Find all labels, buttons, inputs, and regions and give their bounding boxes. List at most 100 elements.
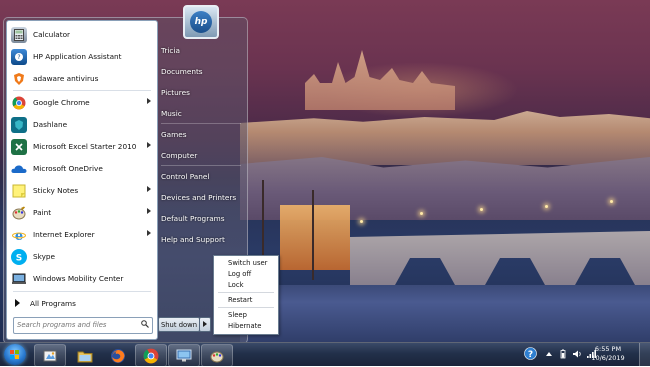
clock-time: 6:55 PM [594, 345, 622, 353]
all-programs-label: All Programs [30, 298, 76, 308]
right-link-devices-and-printers[interactable]: Devices and Printers [161, 193, 236, 207]
program-item-onedrive[interactable]: Microsoft OneDrive [7, 158, 157, 179]
right-link-music[interactable]: Music [161, 109, 182, 123]
wallpaper-lamp [420, 212, 423, 215]
menu-divider [218, 307, 274, 308]
onedrive-icon [11, 161, 27, 177]
submenu-arrow-icon [147, 230, 151, 236]
submenu-arrow-icon [147, 98, 151, 104]
wallpaper-lamp [545, 205, 548, 208]
hp-logo-icon: hp [190, 11, 212, 33]
right-link-default-programs[interactable]: Default Programs [161, 214, 225, 228]
wallpaper-lit-building [280, 205, 350, 270]
program-label: Windows Mobility Center [33, 274, 124, 283]
program-label: Skype [33, 252, 56, 261]
menu-item-switch-user[interactable]: Switch user [228, 259, 267, 267]
shutdown-options-menu: Switch user Log off Lock Restart Sleep H… [213, 255, 279, 335]
hp-assistant-icon: ? [11, 48, 27, 65]
right-link-documents[interactable]: Documents [161, 67, 203, 81]
menu-divider [218, 292, 274, 293]
menu-item-hibernate[interactable]: Hibernate [228, 322, 262, 330]
program-item-windows-mobility-center[interactable]: Windows Mobility Center [7, 268, 157, 289]
program-item-skype[interactable]: S Skype [7, 246, 157, 267]
battery-icon[interactable] [558, 349, 568, 359]
right-link-control-panel[interactable]: Control Panel [161, 172, 209, 186]
menu-item-lock[interactable]: Lock [228, 281, 244, 289]
all-programs-button[interactable]: All Programs [7, 295, 157, 311]
right-link-games[interactable]: Games [161, 130, 187, 144]
taskbar-paint-palette-button[interactable] [201, 344, 233, 367]
program-item-calculator[interactable]: Calculator [7, 24, 157, 45]
firefox-icon [111, 348, 125, 363]
paint-icon [11, 205, 27, 221]
user-picture[interactable]: hp [183, 5, 219, 39]
svg-text:e: e [15, 229, 23, 242]
shutdown-button[interactable]: Shut down [158, 317, 200, 332]
taskbar: ? 6:55 PM 10/6/2019 [0, 342, 650, 367]
program-label: Sticky Notes [33, 186, 79, 195]
show-desktop-button[interactable] [639, 343, 650, 366]
submenu-arrow-icon [147, 142, 151, 148]
shutdown-options-arrow-icon[interactable] [199, 317, 211, 332]
wallpaper-lamp [360, 220, 363, 223]
taskbar-paint-button[interactable] [34, 344, 66, 367]
program-item-adaware[interactable]: adaware antivirus [7, 68, 157, 89]
program-item-hp-application-assistant[interactable]: ? HP Application Assistant [7, 46, 157, 67]
taskbar-remote-desktop-button[interactable] [168, 344, 200, 367]
mobility-center-icon [11, 271, 27, 287]
program-item-google-chrome[interactable]: Google Chrome [7, 92, 157, 113]
menu-item-restart[interactable]: Restart [228, 296, 252, 304]
menu-item-sleep[interactable]: Sleep [228, 311, 247, 319]
excel-icon [11, 138, 27, 155]
submenu-arrow-icon [147, 186, 151, 192]
program-label: HP Application Assistant [33, 52, 122, 61]
clock-date: 10/6/2019 [591, 354, 625, 362]
skype-icon: S [11, 248, 27, 265]
program-list-divider [13, 90, 151, 91]
taskbar-explorer-button[interactable] [69, 344, 101, 367]
menu-item-log-off[interactable]: Log off [228, 270, 251, 278]
right-pane-divider [161, 123, 241, 124]
windows-logo-icon [10, 350, 20, 360]
right-link-help-and-support[interactable]: Help and Support [161, 235, 225, 249]
program-item-dashlane[interactable]: Dashlane [7, 114, 157, 135]
wallpaper-lamp [610, 200, 613, 203]
volume-icon[interactable] [572, 349, 582, 359]
windows-explorer-icon [77, 351, 93, 362]
program-label: Dashlane [33, 120, 68, 129]
program-label: Microsoft Excel Starter 2010 [33, 142, 137, 151]
remote-desktop-icon [176, 349, 192, 361]
taskbar-firefox-button[interactable] [102, 344, 134, 367]
right-link-user-folder[interactable]: Tricia [161, 46, 180, 60]
program-list-pane: Calculator ? HP Application Assistant ad… [6, 20, 158, 340]
calculator-icon [11, 26, 27, 43]
start-menu: Calculator ? HP Application Assistant ad… [3, 5, 248, 344]
wallpaper-river [240, 285, 650, 342]
all-programs-arrow-icon [15, 299, 20, 307]
paint-icon [43, 350, 57, 361]
show-hidden-icons-icon[interactable] [544, 349, 554, 359]
program-item-internet-explorer[interactable]: e Internet Explorer [7, 224, 157, 245]
search-box[interactable] [13, 317, 153, 334]
svg-text:?: ? [528, 350, 533, 360]
program-label: adaware antivirus [33, 74, 99, 83]
search-icon[interactable] [141, 320, 149, 328]
adaware-icon [11, 70, 27, 87]
search-input[interactable] [17, 319, 135, 331]
chrome-icon [143, 348, 159, 363]
taskbar-chrome-button[interactable] [135, 344, 167, 367]
system-clock[interactable]: 6:55 PM 10/6/2019 [588, 345, 628, 363]
program-label: Internet Explorer [33, 230, 95, 239]
program-item-excel-starter[interactable]: Microsoft Excel Starter 2010 [7, 136, 157, 157]
wallpaper-bridge [350, 231, 650, 285]
right-link-pictures[interactable]: Pictures [161, 88, 190, 102]
wallpaper-tree [312, 190, 314, 280]
help-tray-icon[interactable]: ? [524, 347, 537, 360]
right-link-computer[interactable]: Computer [161, 151, 197, 165]
start-button[interactable] [4, 344, 26, 365]
program-label: Microsoft OneDrive [33, 164, 103, 173]
dashlane-icon [11, 116, 27, 133]
program-item-paint[interactable]: Paint [7, 202, 157, 223]
submenu-arrow-icon [147, 208, 151, 214]
program-item-sticky-notes[interactable]: Sticky Notes [7, 180, 157, 201]
